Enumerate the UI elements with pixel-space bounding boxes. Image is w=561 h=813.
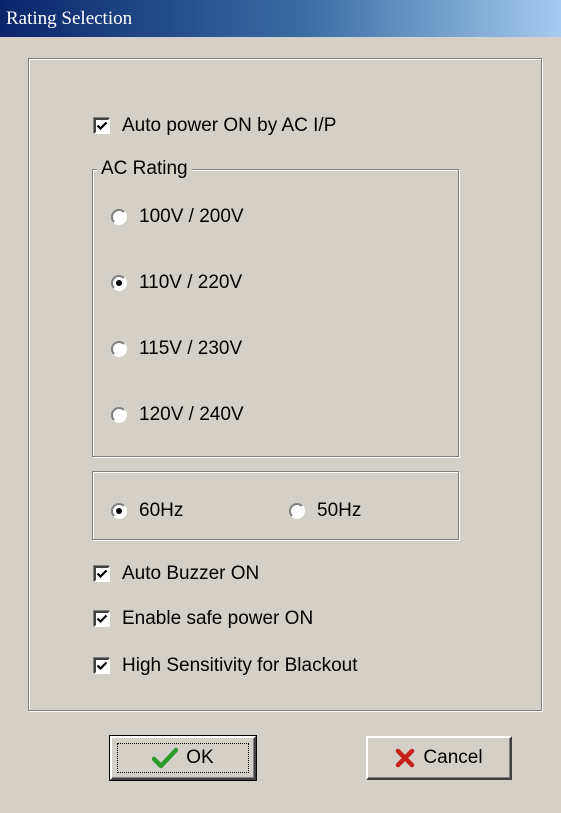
ok-button[interactable]: OK [109, 735, 257, 781]
frequency-option-60hz[interactable]: 60Hz [111, 500, 183, 522]
ac-rating-option-3[interactable]: 115V / 230V [111, 338, 242, 360]
x-icon [395, 748, 415, 768]
title-bar[interactable]: Rating Selection [0, 0, 561, 37]
cancel-button-label: Cancel [423, 747, 483, 768]
radio-selected-dot [116, 508, 122, 514]
window-title: Rating Selection [6, 8, 133, 29]
ac-rating-option-4[interactable]: 120V / 240V [111, 404, 244, 426]
frequency-radio-50hz[interactable] [289, 503, 305, 519]
sensitivity-checkbox[interactable] [94, 658, 110, 674]
sensitivity-label: High Sensitivity for Blackout [122, 655, 358, 676]
ac-rating-radio-4[interactable] [111, 407, 127, 423]
ac-rating-label-4: 120V / 240V [139, 404, 244, 425]
ac-rating-radio-1[interactable] [111, 209, 127, 225]
ac-rating-legend: AC Rating [97, 158, 192, 180]
ac-rating-option-1[interactable]: 100V / 200V [111, 206, 244, 228]
frequency-label-50hz: 50Hz [317, 500, 362, 521]
frequency-label-60hz: 60Hz [139, 500, 184, 521]
frequency-radio-60hz[interactable] [111, 503, 127, 519]
sensitivity-option[interactable]: High Sensitivity for Blackout [94, 655, 358, 677]
radio-selected-dot [116, 280, 122, 286]
safe-power-option[interactable]: Enable safe power ON [94, 608, 313, 630]
auto-buzzer-checkbox[interactable] [94, 566, 110, 582]
ac-rating-radio-3[interactable] [111, 341, 127, 357]
safe-power-label: Enable safe power ON [122, 608, 314, 629]
auto-buzzer-label: Auto Buzzer ON [122, 563, 260, 584]
auto-power-checkbox[interactable] [94, 118, 110, 134]
ac-rating-label-1: 100V / 200V [139, 206, 244, 227]
auto-power-label: Auto power ON by AC I/P [122, 115, 337, 136]
focus-rectangle [117, 743, 249, 773]
ac-rating-option-2[interactable]: 110V / 220V [111, 272, 242, 294]
frequency-option-50hz[interactable]: 50Hz [289, 500, 361, 522]
ac-rating-label-2: 110V / 220V [139, 272, 243, 293]
auto-power-option[interactable]: Auto power ON by AC I/P [94, 115, 336, 137]
safe-power-checkbox[interactable] [94, 611, 110, 627]
auto-buzzer-option[interactable]: Auto Buzzer ON [94, 563, 259, 585]
ac-rating-radio-2[interactable] [111, 275, 127, 291]
cancel-button[interactable]: Cancel [366, 736, 512, 780]
ac-rating-label-3: 115V / 230V [139, 338, 243, 359]
